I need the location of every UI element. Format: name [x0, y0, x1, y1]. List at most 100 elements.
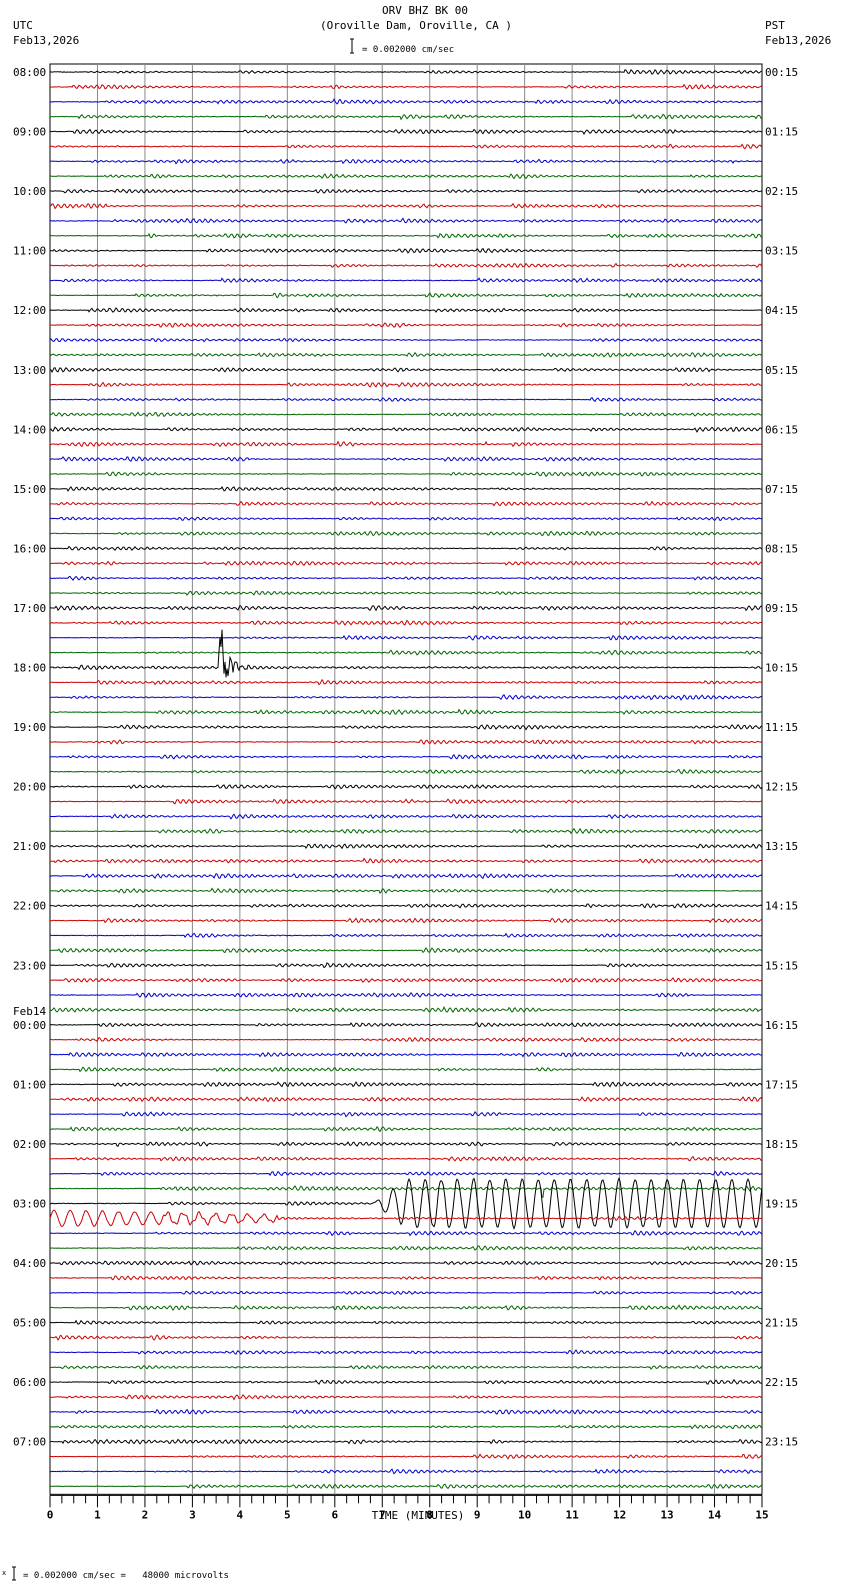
trace-line	[49, 1408, 763, 1415]
utc-hour-label: 16:00	[13, 542, 46, 555]
trace-line	[50, 202, 763, 210]
trace-line	[49, 873, 763, 880]
trace-line	[49, 932, 763, 938]
trace-line	[50, 232, 763, 239]
trace-line	[49, 754, 763, 760]
trace-line	[49, 619, 763, 626]
trace-line	[49, 694, 763, 701]
scale-label: = 0.002000 cm/sec	[362, 45, 454, 55]
trace-line	[49, 1424, 763, 1430]
utc-hour-label: 01:00	[13, 1078, 46, 1091]
trace-line	[49, 530, 763, 537]
station-title: ORV BHZ BK 00	[382, 4, 468, 17]
trace-line	[49, 471, 763, 478]
x-tick-label: 2	[142, 1508, 149, 1521]
date-change-label: Feb14	[13, 1005, 46, 1018]
utc-hour-label: 06:00	[13, 1376, 46, 1389]
trace-line	[49, 1378, 763, 1385]
trace-line	[50, 1096, 763, 1103]
pst-hour-label: 00:15	[765, 66, 798, 79]
utc-hour-label: 19:00	[13, 721, 46, 734]
pst-hour-label: 03:15	[765, 245, 798, 258]
pst-hour-label: 20:15	[765, 1257, 798, 1270]
trace-line	[49, 1468, 763, 1475]
utc-hour-label: 18:00	[13, 662, 46, 675]
trace-line	[49, 1177, 763, 1230]
trace-line	[49, 560, 763, 567]
trace-line	[49, 813, 762, 820]
trace-line	[49, 1170, 763, 1177]
trace-line	[49, 678, 763, 686]
pst-hour-label: 21:15	[765, 1317, 798, 1330]
trace-line	[49, 917, 763, 924]
trace-line	[49, 857, 763, 864]
trace-line	[50, 1275, 763, 1281]
utc-hour-label: 05:00	[13, 1317, 46, 1330]
utc-hour-label: 09:00	[13, 126, 46, 139]
trace-line	[49, 708, 763, 716]
trace-line	[50, 1453, 763, 1460]
x-tick-label: 3	[189, 1508, 196, 1521]
trace-line	[50, 887, 763, 894]
pst-hour-label: 05:15	[765, 364, 798, 377]
left-timezone: UTC	[13, 19, 33, 32]
right-timezone: PST	[765, 19, 785, 32]
pst-hour-label: 18:15	[765, 1138, 798, 1151]
trace-line	[49, 1081, 763, 1088]
trace-line	[49, 545, 763, 551]
helicorder-plot: ORV BHZ BK 00 (Oroville Dam, Oroville, C…	[2, 4, 831, 1581]
trace-line	[49, 381, 763, 388]
trace-line	[49, 1006, 763, 1014]
trace-line	[49, 903, 763, 909]
trace-line	[49, 440, 762, 448]
utc-hour-label: 21:00	[13, 840, 46, 853]
trace-line	[50, 247, 763, 254]
pst-hour-label: 04:15	[765, 304, 798, 317]
x-tick-label: 9	[474, 1508, 481, 1521]
trace-line	[49, 337, 762, 343]
trace-line	[49, 1022, 763, 1028]
scale-bar-icon	[350, 38, 354, 54]
trace-line	[49, 262, 763, 268]
utc-hour-label: 20:00	[13, 781, 46, 794]
trace-line	[49, 143, 763, 150]
pst-hour-label: 11:15	[765, 721, 798, 734]
trace-line	[49, 307, 763, 313]
trace-line	[49, 1319, 763, 1325]
x-tick-label: 10	[518, 1508, 531, 1521]
pst-hour-label: 16:15	[765, 1019, 798, 1032]
utc-hour-label: 07:00	[13, 1436, 46, 1449]
pst-hour-label: 15:15	[765, 959, 798, 972]
x-axis-label: TIME (MINUTES)	[372, 1509, 465, 1522]
trace-line	[49, 396, 763, 403]
x-tick-label: 6	[331, 1508, 338, 1521]
trace-line	[50, 500, 763, 507]
trace-line	[49, 1304, 763, 1312]
trace-line	[49, 1036, 763, 1043]
pst-hour-label: 07:15	[765, 483, 798, 496]
footer-marker: x	[2, 1569, 6, 1577]
trace-line	[49, 590, 763, 596]
x-tick-label: 13	[660, 1508, 673, 1521]
x-tick-label: 4	[237, 1508, 244, 1521]
trace-line	[49, 1334, 763, 1342]
trace-line	[49, 1141, 763, 1147]
trace-line	[50, 604, 763, 612]
x-tick-label: 12	[613, 1508, 626, 1521]
pst-hour-label: 19:15	[765, 1197, 798, 1210]
pst-hour-label: 12:15	[765, 781, 798, 794]
trace-line	[49, 426, 763, 433]
trace-line	[49, 1229, 763, 1237]
trace-line	[49, 1483, 763, 1490]
utc-hour-label: 17:00	[13, 602, 46, 615]
utc-hour-label: 02:00	[13, 1138, 46, 1151]
trace-line	[49, 411, 763, 418]
trace-line	[49, 724, 763, 731]
pst-hour-label: 14:15	[765, 900, 798, 913]
trace-line	[50, 367, 763, 374]
x-tick-label: 5	[284, 1508, 291, 1521]
trace-line	[49, 1245, 763, 1251]
trace-line	[49, 1126, 763, 1133]
trace-line	[49, 1155, 763, 1162]
trace-line	[49, 516, 763, 521]
